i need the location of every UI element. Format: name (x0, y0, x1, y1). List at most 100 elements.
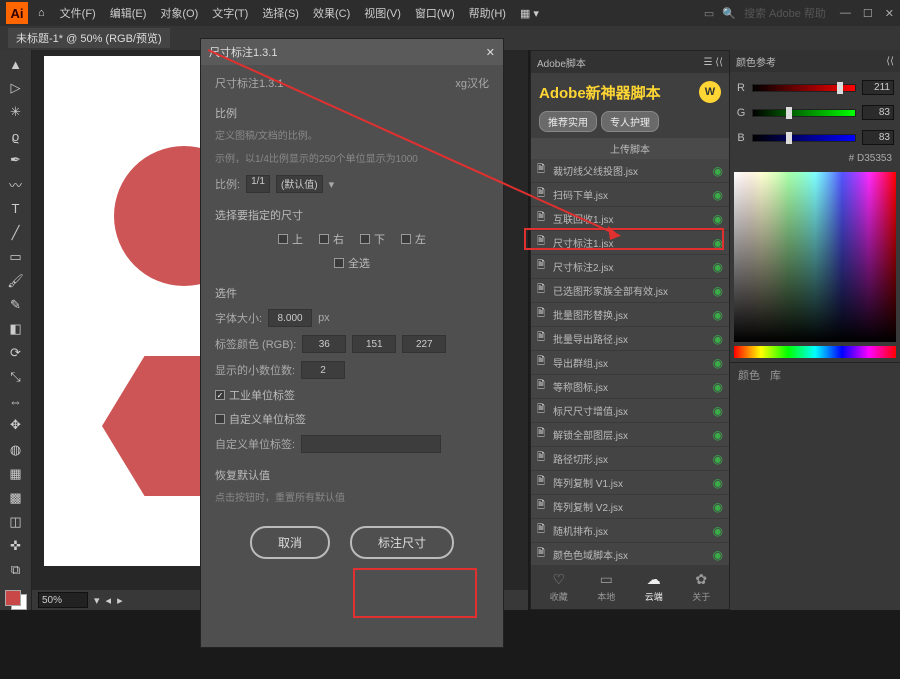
scripts-nav-1[interactable]: ▭本地 (597, 571, 615, 603)
dialog-close-icon[interactable]: ✕ (486, 46, 495, 59)
menu-view[interactable]: 视图(V) (359, 3, 406, 23)
tool-pen[interactable]: ✒ (5, 150, 27, 170)
window-min[interactable]: — (840, 7, 851, 20)
script-item[interactable]: 🗎已选图形家族全部有效.jsx◉ (531, 279, 729, 303)
zoom-dropdown-icon[interactable]: ▾ (94, 594, 100, 607)
script-item[interactable]: 🗎路径切形.jsx◉ (531, 447, 729, 471)
shape-hexagon[interactable] (102, 356, 204, 496)
ratio-default-select[interactable]: (默认值) (276, 175, 323, 193)
script-item[interactable]: 🗎裁切线父线投图.jsx◉ (531, 159, 729, 183)
g-value[interactable]: 83 (862, 105, 894, 120)
tab-libraries[interactable]: 库 (770, 367, 781, 383)
script-item[interactable]: 🗎解锁全部图层.jsx◉ (531, 423, 729, 447)
scripts-category-pro[interactable]: 专人护理 (601, 111, 659, 132)
scripts-nav-3[interactable]: ✿关于 (692, 571, 710, 603)
panel-menu-icon[interactable]: ☰ ⟨⟨ (703, 57, 723, 68)
search-icon[interactable]: 🔍 (722, 7, 736, 20)
select-all-checkbox[interactable]: 全选 (334, 255, 370, 271)
nav-next-icon[interactable]: ▸ (117, 594, 123, 607)
script-item[interactable]: 🗎标尺尺寸增值.jsx◉ (531, 399, 729, 423)
script-item[interactable]: 🗎扫码下单.jsx◉ (531, 183, 729, 207)
script-item[interactable]: 🗎导出群组.jsx◉ (531, 351, 729, 375)
menu-help[interactable]: 帮助(H) (464, 3, 511, 23)
tool-line[interactable]: ╱ (5, 223, 27, 243)
window-max[interactable]: ☐ (863, 7, 873, 20)
rgb-r-input[interactable] (302, 335, 346, 353)
decimals-input[interactable] (301, 361, 345, 379)
tool-gradient[interactable]: ◫ (5, 512, 27, 532)
rgb-b-input[interactable] (402, 335, 446, 353)
tool-type[interactable]: T (5, 199, 27, 219)
side-bottom-checkbox[interactable]: 下 (360, 231, 385, 247)
menu-select[interactable]: 选择(S) (257, 3, 304, 23)
tool-selection[interactable]: ▲ (5, 54, 27, 74)
side-right-checkbox[interactable]: 右 (319, 231, 344, 247)
tool-eyedropper[interactable]: ✜ (5, 536, 27, 556)
side-top-checkbox[interactable]: 上 (278, 231, 303, 247)
chevron-down-icon[interactable]: ▾ (329, 178, 335, 191)
tab-swatches[interactable]: 颜色 (738, 367, 760, 383)
tool-perspective[interactable]: ▦ (5, 464, 27, 484)
menu-type[interactable]: 文字(T) (207, 3, 253, 23)
g-slider[interactable] (752, 109, 856, 117)
color-picker[interactable] (734, 172, 896, 342)
scripts-tab-label[interactable]: Adobe脚本 (537, 55, 586, 70)
tool-free-transform[interactable]: ✥ (5, 415, 27, 435)
tool-rectangle[interactable]: ▭ (5, 247, 27, 267)
home-icon[interactable]: ⌂ (38, 7, 45, 19)
menu-extra-icon[interactable]: ▦ ▾ (515, 5, 544, 22)
industrial-unit-checkbox[interactable]: ✓工业单位标签 (215, 387, 489, 403)
custom-unit-input[interactable] (301, 435, 441, 453)
tool-eraser[interactable]: ◧ (5, 319, 27, 339)
tool-shaper[interactable]: ✎ (5, 295, 27, 315)
r-slider[interactable] (752, 84, 856, 92)
hue-slider[interactable] (734, 346, 896, 358)
document-tab[interactable]: 未标题-1* @ 50% (RGB/预览) (8, 28, 170, 48)
tool-rotate[interactable]: ⟳ (5, 343, 27, 363)
tool-brush[interactable]: 🖌 (5, 271, 27, 291)
rgb-g-input[interactable] (352, 335, 396, 353)
layout-icon[interactable]: ▭ (704, 7, 714, 20)
script-item[interactable]: 🗎阵列复制 V1.jsx◉ (531, 471, 729, 495)
fill-stroke-swatch[interactable] (5, 590, 27, 610)
confirm-button[interactable]: 标注尺寸 (350, 526, 454, 559)
b-value[interactable]: 83 (862, 130, 894, 145)
tool-scale[interactable]: ⤡ (5, 367, 27, 387)
tool-curvature[interactable]: 〰 (5, 174, 27, 194)
script-item[interactable]: 🗎批量导出路径.jsx◉ (531, 327, 729, 351)
scripts-nav-2[interactable]: ☁云端 (645, 571, 663, 603)
menu-edit[interactable]: 编辑(E) (105, 3, 152, 23)
script-item[interactable]: 🗎尺寸标注2.jsx◉ (531, 255, 729, 279)
script-item[interactable]: 🗎随机排布.jsx◉ (531, 519, 729, 543)
b-slider[interactable] (752, 134, 856, 142)
scripts-nav-0[interactable]: ♡收藏 (550, 571, 568, 603)
script-item[interactable]: 🗎批量图形替换.jsx◉ (531, 303, 729, 327)
script-item[interactable]: 🗎等称图标.jsx◉ (531, 375, 729, 399)
ratio-select[interactable]: 1/1 (246, 175, 270, 193)
window-close[interactable]: ✕ (885, 7, 894, 20)
nav-prev-icon[interactable]: ◂ (106, 594, 112, 607)
script-item[interactable]: 🗎颜色色域脚本.jsx◉ (531, 543, 729, 565)
tool-blend[interactable]: ⧉ (5, 560, 27, 580)
tool-width[interactable]: ⇔ (5, 391, 27, 411)
tool-direct-select[interactable]: ▷ (5, 78, 27, 98)
menu-object[interactable]: 对象(O) (155, 3, 203, 23)
panel-menu-icon[interactable]: ⟨⟨ (886, 56, 894, 67)
side-left-checkbox[interactable]: 左 (401, 231, 426, 247)
cancel-button[interactable]: 取消 (250, 526, 330, 559)
tool-shape-builder[interactable]: ◍ (5, 440, 27, 460)
scripts-category-recommended[interactable]: 推荐实用 (539, 111, 597, 132)
hex-value[interactable]: D35353 (857, 153, 892, 164)
tool-lasso[interactable]: ϱ (5, 126, 27, 146)
font-size-input[interactable] (268, 309, 312, 327)
script-item[interactable]: 🗎阵列复制 V2.jsx◉ (531, 495, 729, 519)
tool-magic-wand[interactable]: ✳ (5, 102, 27, 122)
custom-unit-checkbox[interactable]: 自定义单位标签 (215, 411, 489, 427)
shape-circle[interactable] (114, 146, 204, 286)
zoom-input[interactable] (38, 592, 88, 608)
artboard[interactable] (44, 56, 204, 566)
menu-window[interactable]: 窗口(W) (410, 3, 460, 23)
menu-effect[interactable]: 效果(C) (308, 3, 355, 23)
tool-mesh[interactable]: ▩ (5, 488, 27, 508)
menu-file[interactable]: 文件(F) (55, 3, 101, 23)
